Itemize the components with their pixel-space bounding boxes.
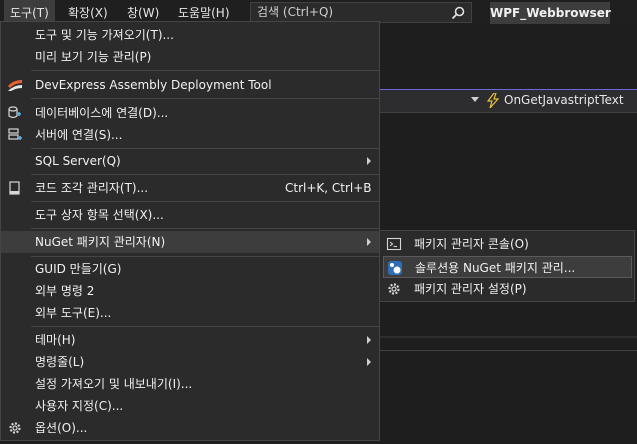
submenu-item-package-console[interactable]: 패키지 관리자 콘솔(O) bbox=[380, 233, 634, 255]
search-box[interactable]: 검색 (Ctrl+Q) bbox=[250, 2, 472, 23]
editor-divider bbox=[380, 350, 637, 351]
tools-menu: 도구 및 기능 가져오기(T)... 미리 보기 기능 관리(P) DevExp… bbox=[0, 21, 380, 441]
menu-item-options[interactable]: 옵션(O)... bbox=[1, 417, 379, 439]
menu-item-preview-features[interactable]: 미리 보기 기능 관리(P) bbox=[1, 46, 379, 68]
nuget-submenu: 패키지 관리자 콘솔(O) 솔루션용 NuGet 패키지 관리... 패키지 관… bbox=[379, 230, 635, 302]
menu-item-label: 설정 가져오기 및 내보내기(I)... bbox=[35, 377, 193, 391]
menu-item-code-snippets[interactable]: 코드 조각 관리자(T)... Ctrl+K, Ctrl+B bbox=[1, 177, 379, 199]
menu-item-label: 외부 명령 2 bbox=[35, 284, 95, 298]
editor-divider bbox=[380, 336, 637, 338]
menu-item-shortcut: Ctrl+K, Ctrl+B bbox=[285, 181, 372, 195]
menu-separator bbox=[31, 174, 379, 175]
menu-item-sql-server[interactable]: SQL Server(Q) bbox=[1, 150, 379, 172]
submenu-item-label: 솔루션용 NuGet 패키지 관리... bbox=[415, 261, 576, 275]
menu-separator bbox=[31, 70, 379, 71]
submenu-item-package-settings[interactable]: 패키지 관리자 설정(P) bbox=[380, 278, 634, 300]
gear-icon bbox=[388, 283, 400, 295]
menu-item-theme[interactable]: 테마(H) bbox=[1, 329, 379, 351]
menu-item-label: 서버에 연결(S)... bbox=[35, 128, 123, 142]
menu-item-import-export-settings[interactable]: 설정 가져오기 및 내보내기(I)... bbox=[1, 373, 379, 395]
event-bolt-icon bbox=[487, 93, 499, 108]
search-placeholder: 검색 (Ctrl+Q) bbox=[257, 5, 334, 19]
menu-item-label: SQL Server(Q) bbox=[35, 154, 121, 168]
event-dropdown[interactable]: OnGetJavastriptText bbox=[380, 89, 637, 112]
menu-item-customize[interactable]: 사용자 지정(C)... bbox=[1, 395, 379, 417]
menu-item-connect-database[interactable]: 데이터베이스에 연결(D)... bbox=[1, 102, 379, 124]
menu-item-label: 도구 및 기능 가져오기(T)... bbox=[35, 28, 174, 42]
menu-item-label: 데이터베이스에 연결(D)... bbox=[35, 106, 169, 120]
menu-item-get-tools[interactable]: 도구 및 기능 가져오기(T)... bbox=[1, 24, 379, 46]
menu-separator bbox=[31, 228, 379, 229]
menu-item-label: DevExpress Assembly Deployment Tool bbox=[35, 78, 272, 92]
menu-item-command-line[interactable]: 명령줄(L) bbox=[1, 351, 379, 373]
nuget-icon bbox=[388, 261, 402, 275]
project-title: WPF_Webbrowser bbox=[490, 2, 611, 24]
menu-item-label: 명령줄(L) bbox=[35, 355, 85, 369]
menu-item-label: 외부 도구(E)... bbox=[35, 306, 112, 320]
menu-item-label: GUID 만들기(G) bbox=[35, 262, 122, 276]
menu-item-label: 코드 조각 관리자(T)... bbox=[35, 181, 149, 195]
menu-item-label: 미리 보기 기능 관리(P) bbox=[35, 50, 152, 64]
submenu-arrow-icon bbox=[367, 336, 371, 344]
server-connect-icon bbox=[8, 128, 22, 140]
menu-item-connect-server[interactable]: 서버에 연결(S)... bbox=[1, 124, 379, 146]
menu-separator bbox=[31, 148, 379, 149]
menu-item-external-command-2[interactable]: 외부 명령 2 bbox=[1, 280, 379, 302]
devexpress-icon bbox=[8, 79, 22, 91]
menu-item-label: 옵션(O)... bbox=[35, 421, 88, 435]
menu-separator bbox=[31, 256, 379, 257]
submenu-arrow-icon bbox=[367, 157, 371, 165]
menu-item-toolbox-items[interactable]: 도구 상자 항목 선택(X)... bbox=[1, 204, 379, 226]
menu-item-create-guid[interactable]: GUID 만들기(G) bbox=[1, 258, 379, 280]
submenu-item-manage-solution-packages[interactable]: 솔루션용 NuGet 패키지 관리... bbox=[383, 256, 632, 278]
menu-item-label: 테마(H) bbox=[35, 333, 76, 347]
menu-item-external-tools[interactable]: 외부 도구(E)... bbox=[1, 302, 379, 324]
submenu-arrow-icon bbox=[367, 358, 371, 366]
editor-divider bbox=[380, 112, 637, 113]
menu-item-label: NuGet 패키지 관리자(N) bbox=[35, 235, 166, 249]
submenu-item-label: 패키지 관리자 콘솔(O) bbox=[414, 237, 529, 251]
menu-item-label: 사용자 지정(C)... bbox=[35, 399, 124, 413]
menu-item-nuget[interactable]: NuGet 패키지 관리자(N) bbox=[1, 231, 379, 253]
submenu-arrow-icon bbox=[367, 238, 371, 246]
menu-separator bbox=[31, 98, 379, 99]
code-snippet-icon bbox=[9, 181, 20, 195]
menu-item-label: 도구 상자 항목 선택(X)... bbox=[35, 208, 164, 222]
database-connect-icon bbox=[8, 106, 21, 119]
menu-separator bbox=[31, 201, 379, 202]
menu-separator bbox=[31, 326, 379, 327]
search-icon bbox=[451, 6, 465, 20]
gear-icon bbox=[9, 422, 21, 434]
menu-item-devexpress-deploy[interactable]: DevExpress Assembly Deployment Tool bbox=[1, 74, 379, 96]
dropdown-arrow-icon bbox=[471, 97, 479, 102]
submenu-item-label: 패키지 관리자 설정(P) bbox=[414, 282, 527, 296]
console-icon bbox=[386, 237, 402, 251]
event-dropdown-label: OnGetJavastriptText bbox=[504, 93, 624, 107]
